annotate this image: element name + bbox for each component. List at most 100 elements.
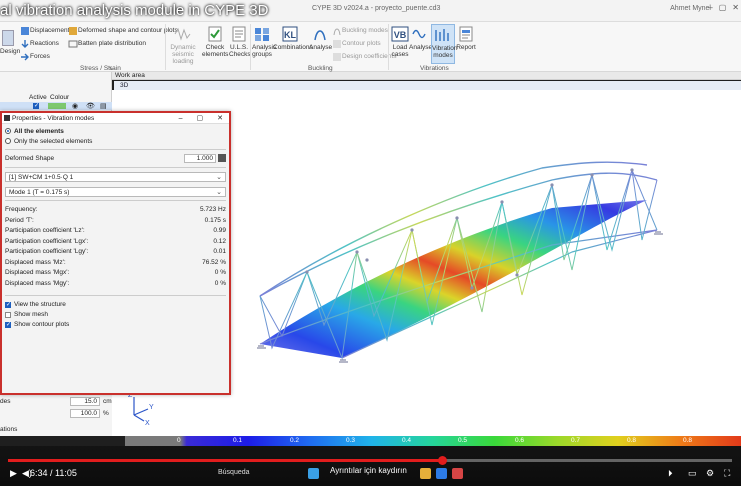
radio-dot[interactable] <box>5 138 11 144</box>
tab-3d[interactable]: 3D <box>114 81 741 90</box>
video-time: 6:34 / 11:05 <box>30 468 77 478</box>
settings-icon[interactable]: ⚙ <box>706 468 714 479</box>
analysis-groups-icon <box>255 28 269 41</box>
radio-dot-selected[interactable] <box>5 128 11 134</box>
expand-group-icon[interactable]: ↘ <box>108 65 113 72</box>
design-button[interactable]: Design <box>0 30 20 55</box>
app-icon[interactable] <box>436 468 447 479</box>
checkbox-unchecked[interactable] <box>5 311 11 318</box>
load-case-select[interactable]: [1] SW+CM 1+0.5·Q 1 ⌄ <box>5 171 226 182</box>
uls-icon <box>232 26 246 42</box>
load-case-value: [1] SW+CM 1+0.5·Q 1 <box>9 173 74 181</box>
close-icon[interactable]: ✕ <box>217 113 223 124</box>
contour-plots-button[interactable]: Contour plots <box>342 40 381 47</box>
vibration-modes-button[interactable]: Vibration modes <box>431 24 458 64</box>
subtitles-icon[interactable]: ▭ <box>688 468 697 479</box>
maximize-icon[interactable]: ▢ <box>197 113 204 124</box>
autoplay-icon[interactable]: ⏵ <box>668 468 673 479</box>
scale-tick-label: 0.6 <box>515 437 525 444</box>
radio-all-elements[interactable]: All the elements <box>5 126 226 136</box>
batten-plate-button[interactable]: Batten plate distribution <box>78 40 146 47</box>
minimize-icon[interactable]: – <box>708 3 712 12</box>
play-icon[interactable]: ▶ <box>10 468 17 479</box>
minimize-icon[interactable]: – <box>179 113 183 124</box>
checkbox-checked[interactable] <box>5 321 11 328</box>
dialog-window-controls: – ▢ ✕ <box>179 113 223 124</box>
browser-icon[interactable] <box>308 468 319 479</box>
taskbar-search[interactable]: Búsqueda <box>218 469 250 476</box>
result-value: 0.01 <box>213 248 226 256</box>
offset-input[interactable]: 15.0 <box>70 397 100 406</box>
eye-icon[interactable]: 👁 <box>86 102 95 110</box>
result-label: Frequency: <box>5 206 38 214</box>
video-progress-bar[interactable] <box>8 456 732 465</box>
dialog-title-bar[interactable]: Properties - Vibration modes – ▢ ✕ <box>2 113 229 124</box>
maximize-icon[interactable]: ▢ <box>719 3 727 12</box>
radio-selected-elements[interactable]: Only the selected elements <box>5 136 226 146</box>
colour-swatch[interactable] <box>48 103 66 109</box>
dialog-app-icon <box>4 115 10 121</box>
check-icon <box>208 26 222 42</box>
mode-select[interactable]: Mode 1 (T = 0.175 s) ⌄ <box>5 186 226 197</box>
result-value: 76.52 <box>202 258 219 266</box>
lock-icon[interactable]: ▤ <box>100 102 107 110</box>
show-mesh-checkbox[interactable]: Show mesh <box>5 310 226 320</box>
scale-tick-label: 0.3 <box>346 437 356 444</box>
result-unit: % <box>220 258 226 266</box>
scale-tick-label: 0.8 <box>627 437 637 444</box>
active-checkbox[interactable] <box>33 102 39 109</box>
vibration-modes-dialog: Properties - Vibration modes – ▢ ✕ All t… <box>0 111 231 395</box>
view-structure-checkbox[interactable]: View the structure <box>5 300 226 310</box>
uls-checks-button[interactable]: U.L.S. Checks <box>229 26 251 58</box>
tree-row-selected[interactable]: ◉ 👁 ▤ <box>0 102 112 110</box>
buckling-modes-button[interactable]: Buckling modes <box>342 27 388 34</box>
show-mesh-label: Show mesh <box>14 311 48 318</box>
check-elements-button[interactable]: Check elements <box>202 26 228 58</box>
buckling-analyse-button[interactable]: Analyse <box>309 26 332 51</box>
check-elements-label: Check elements <box>202 44 229 58</box>
deformed-shape-input[interactable]: 1.000 <box>184 153 216 163</box>
result-label: Displaced mass 'Mz': <box>5 258 66 266</box>
fullscreen-icon[interactable]: ⛶ <box>724 468 730 479</box>
result-row: Displaced mass 'Mz': 76.52 % <box>5 257 226 268</box>
app-title: CYPE 3D v2024.a - proyecto_puente.cd3 <box>312 5 441 12</box>
scale-input[interactable]: 100.0 <box>70 409 100 418</box>
displacements-button[interactable]: Displacements <box>30 27 73 34</box>
show-contour-checkbox[interactable]: Show contour plots <box>5 320 226 330</box>
result-label: Displaced mass 'Mgy': <box>5 279 70 287</box>
progress-fill <box>8 459 443 462</box>
lower-left-panel: des 15.0 cm 100.0 % ations <box>0 395 112 436</box>
window-user: Ahmet Mynel <box>670 5 711 12</box>
load-cases-icon: VB <box>391 26 409 42</box>
divider <box>5 149 226 150</box>
divider <box>5 166 226 168</box>
dialog-body: All the elements Only the selected eleme… <box>2 124 229 332</box>
vibrations-group-label: Vibrations <box>420 65 449 72</box>
result-value: 0 <box>214 279 219 287</box>
forces-button[interactable]: Forces <box>30 53 50 60</box>
load-cases-button[interactable]: VB Load cases <box>390 26 410 58</box>
cype-icon[interactable] <box>452 468 463 479</box>
ribbon-separator <box>165 24 166 70</box>
vibration-modes-label: Vibration modes <box>432 45 458 59</box>
visibility-icon[interactable]: ◉ <box>72 102 78 110</box>
dynamic-seismic-button[interactable]: Dynamic seismic loading <box>168 26 198 65</box>
vibration-analyse-button[interactable]: Analyse <box>409 26 432 51</box>
result-unit: s <box>222 216 226 224</box>
folder-icon[interactable] <box>420 468 431 479</box>
close-icon[interactable]: ✕ <box>732 3 739 12</box>
buckling-analyse-icon <box>314 30 326 41</box>
checkbox-checked[interactable] <box>5 301 11 308</box>
scale-unit: % <box>103 410 109 417</box>
report-button[interactable]: Report <box>456 26 476 51</box>
stress-group-label: Stress / Strain <box>80 65 121 72</box>
calculator-icon[interactable] <box>218 154 226 163</box>
result-row: Participation coefficient 'Lgy': 0.01 <box>5 247 226 258</box>
deformed-shape-button[interactable]: Deformed shape and contour plots <box>78 27 178 34</box>
analysis-groups-button[interactable]: Analysis groups <box>252 26 276 58</box>
dynamic-seismic-label: Dynamic seismic loading <box>170 44 196 65</box>
show-contour-label: Show contour plots <box>14 321 70 328</box>
combinations-button[interactable]: KL Combinations <box>273 26 313 51</box>
svg-text:VB: VB <box>394 30 407 40</box>
reactions-button[interactable]: Reactions <box>30 40 59 47</box>
